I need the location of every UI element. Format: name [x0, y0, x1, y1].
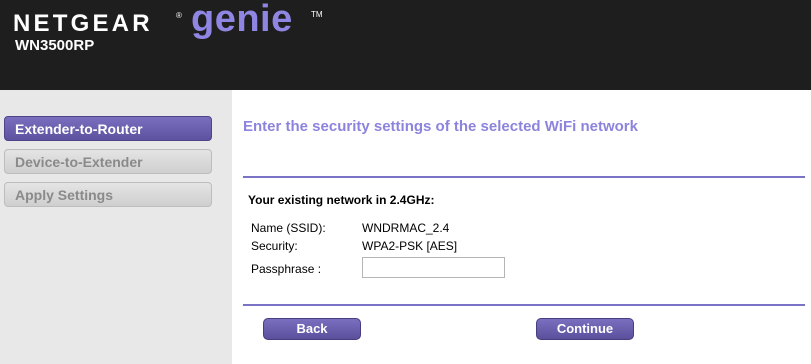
sidebar-item-label: Apply Settings	[15, 187, 114, 203]
divider-top	[243, 176, 805, 178]
continue-button[interactable]: Continue	[536, 318, 634, 340]
passphrase-input[interactable]	[362, 257, 505, 278]
ssid-value: WNDRMAC_2.4	[362, 221, 450, 235]
sidebar-item-label: Extender-to-Router	[15, 121, 143, 137]
model-name: WN3500RP	[15, 37, 95, 54]
divider-bottom	[243, 304, 805, 306]
security-label: Security:	[251, 239, 298, 253]
sidebar-item-device-to-extender[interactable]: Device-to-Extender	[4, 149, 212, 174]
brand-genie: genie	[191, 0, 293, 40]
page-title: Enter the security settings of the selec…	[243, 118, 638, 135]
security-value: WPA2-PSK [AES]	[362, 239, 458, 253]
registered-mark: ®	[176, 11, 182, 20]
back-button[interactable]: Back	[263, 318, 361, 340]
sidebar-item-apply-settings[interactable]: Apply Settings	[4, 182, 212, 207]
sidebar-item-extender-to-router[interactable]: Extender-to-Router	[4, 116, 212, 141]
trademark-mark: TM	[311, 10, 323, 19]
sidebar-item-label: Device-to-Extender	[15, 154, 143, 170]
brand-netgear: NETGEAR	[13, 10, 153, 37]
passphrase-label: Passphrase :	[251, 262, 322, 276]
section-heading: Your existing network in 2.4GHz:	[248, 193, 435, 207]
ssid-label: Name (SSID):	[251, 221, 326, 235]
sidebar: Extender-to-Router Device-to-Extender Ap…	[0, 90, 232, 364]
header: NETGEAR ® genie TM WN3500RP	[0, 0, 811, 90]
